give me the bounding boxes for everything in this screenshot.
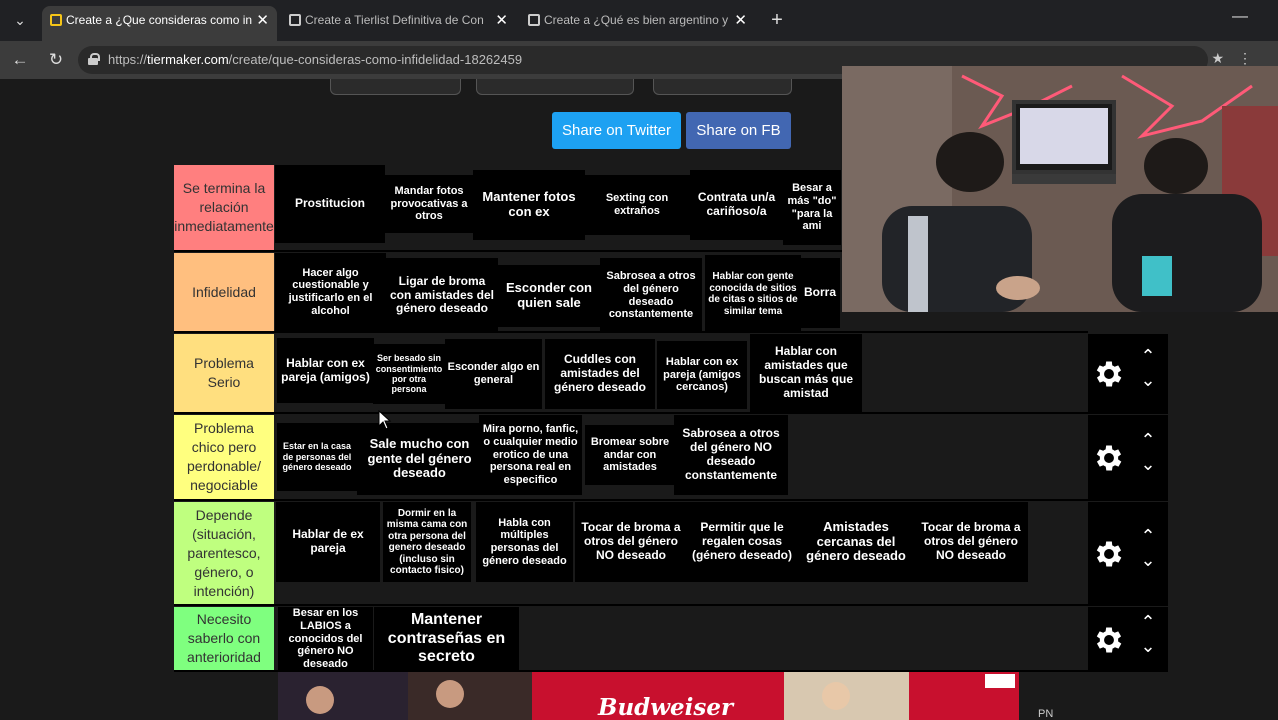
move-up-chevron-icon[interactable]: ⌃ (1136, 346, 1160, 367)
tab-bien-argentino[interactable]: Create a ¿Qué es bien argentino y ✕ (520, 6, 755, 41)
tier-item-card[interactable]: Ser besado sin consentimiento por otra p… (373, 344, 445, 404)
tier-item-card[interactable]: Sexting con extraños (584, 175, 690, 235)
tier-item-card[interactable]: Sabrosea a otros del género NO deseado c… (674, 415, 788, 495)
tiermaker-favicon-icon (50, 14, 62, 26)
reload-icon[interactable]: ↻ (44, 49, 68, 71)
tier-item-card[interactable]: Hablar con ex pareja (amigos) (277, 338, 374, 403)
tier-item-card[interactable]: Mandar fotos provocativas a otros (385, 175, 473, 233)
screen: ⌄ Create a ¿Que consideras como in ✕ Cre… (0, 0, 1278, 720)
tier-items: Hablar con ex pareja (amigos) Ser besado … (275, 334, 1088, 412)
share-facebook-button[interactable]: Share on FB (686, 112, 791, 149)
tier-label[interactable]: Depende (situación, parentesco, género, … (174, 502, 274, 604)
tier-row-controls: ⌃ ⌄ (1088, 607, 1168, 672)
webcam-overlay (842, 66, 1278, 312)
tier-label[interactable]: Se termina la relación inmediatamente (174, 165, 274, 250)
tier-item-card[interactable]: Hablar con ex pareja (amigos cercanos) (657, 341, 747, 409)
gear-icon[interactable] (1092, 537, 1126, 571)
tier-row-controls: ⌃ ⌄ (1088, 502, 1168, 606)
tier-items: Besar en los LABIOS a conocidos del géne… (275, 607, 1088, 671)
new-tab-button[interactable]: + (764, 7, 790, 33)
top-button[interactable] (653, 79, 792, 95)
tier-item-card[interactable]: Hablar de ex pareja (276, 502, 380, 582)
tier-item-card[interactable]: Besar en los LABIOS a conocidos del géne… (278, 607, 373, 671)
tier-item-card[interactable]: Permitir que le regalen cosas (género de… (686, 502, 798, 582)
share-twitter-button[interactable]: Share on Twitter (552, 112, 681, 149)
tier-label[interactable]: Problema chico pero perdonable/ negociab… (174, 415, 274, 499)
tier-item-card[interactable]: Amistades cercanas del género deseado (798, 502, 914, 582)
tier-item-card[interactable]: Mantener fotos con ex (473, 170, 585, 240)
move-down-chevron-icon[interactable]: ⌄ (1136, 370, 1160, 391)
tier-item-card[interactable]: Besar a más "do" "para la ami (783, 170, 841, 245)
tier-item-card[interactable]: Mantener contraseñas en secreto (374, 607, 519, 671)
minimize-icon[interactable]: — (1232, 8, 1248, 26)
tier-item-card[interactable]: Contrata un/a cariñoso/a (690, 170, 783, 240)
tier-row: Necesito saberlo con anterioridad Besar e… (174, 607, 1088, 672)
tab-tierlist-definitiva[interactable]: Create a Tierlist Definitiva de Con ✕ (281, 6, 516, 41)
gear-icon[interactable] (1092, 441, 1126, 475)
move-down-chevron-icon[interactable]: ⌄ (1136, 454, 1160, 475)
tier-label[interactable]: Problema Serio (174, 334, 274, 412)
tier-item-card[interactable]: Cuddles con amistades del género deseado (545, 339, 655, 409)
tier-row: Problema chico pero perdonable/ negociab… (174, 415, 1088, 501)
tier-item-card[interactable]: Mira porno, fanfic, o cualquier medio er… (479, 415, 582, 495)
tab-title: Create a ¿Qué es bien argentino y (544, 13, 729, 27)
tier-item-card[interactable]: Sabrosea a otros del género deseado cons… (600, 258, 702, 333)
tier-row-controls: ⌃ ⌄ (1088, 334, 1168, 414)
gear-icon[interactable] (1092, 623, 1126, 657)
tier-item-card[interactable]: Habla con múltiples personas del género … (476, 502, 573, 582)
ad-brand-text: Budweiser (598, 694, 734, 720)
move-down-chevron-icon[interactable]: ⌄ (1136, 550, 1160, 571)
move-up-chevron-icon[interactable]: ⌃ (1136, 526, 1160, 547)
lock-icon (87, 53, 100, 65)
tab-que-consideras[interactable]: Create a ¿Que consideras como in ✕ (42, 6, 277, 41)
ad-corner-text: PN (1038, 708, 1054, 720)
tier-item-card[interactable]: Prostitucion (275, 165, 385, 243)
close-icon[interactable]: ✕ (734, 6, 747, 35)
tier-items: Hablar de ex pareja Dormir en la misma ca… (275, 502, 1088, 604)
tier-item-card[interactable]: Bromear sobre andar con amistades (585, 425, 675, 485)
close-icon[interactable]: ✕ (495, 6, 508, 35)
tier-item-card[interactable]: Hablar con amistades que buscan más que … (750, 334, 862, 412)
tier-item-card[interactable]: Esconder algo en general (445, 339, 542, 409)
address-bar-icons[interactable]: ★⋮ (1211, 50, 1266, 67)
tier-item-card[interactable]: Sale mucho con gente del género deseado (357, 423, 482, 495)
tab-actions-menu-icon[interactable]: ⌄ (6, 7, 34, 33)
tier-label[interactable]: Infidelidad (174, 253, 274, 331)
top-button[interactable] (476, 79, 634, 95)
move-down-chevron-icon[interactable]: ⌄ (1136, 636, 1160, 657)
tab-title: Create a Tierlist Definitiva de Con (305, 13, 484, 27)
browser-tab-bar: ⌄ Create a ¿Que consideras como in ✕ Cre… (0, 0, 1278, 41)
tiermaker-favicon-icon (289, 14, 301, 26)
tier-item-card[interactable]: Tocar de broma a otros del género NO des… (914, 502, 1028, 582)
tier-item-card[interactable]: Tocar de broma a otros del género NO des… (575, 502, 687, 582)
webcam-image (842, 66, 1278, 312)
advertisement-banner[interactable]: Budweiser PN (0, 672, 1278, 720)
tier-item-card[interactable]: Dormir en la misma cama con otra persona… (383, 502, 471, 582)
move-up-chevron-icon[interactable]: ⌃ (1136, 430, 1160, 451)
gear-icon[interactable] (1092, 357, 1126, 391)
tier-row: Depende (situación, parentesco, género, … (174, 502, 1088, 606)
tier-row-controls: ⌃ ⌄ (1088, 415, 1168, 501)
tier-item-card[interactable]: Hacer algo cuestionable y justificarlo e… (275, 253, 386, 331)
tier-item-card[interactable]: Hablar con gente conocida de sitios de c… (705, 255, 801, 333)
mouse-cursor-icon (378, 410, 392, 430)
tab-title: Create a ¿Que consideras como in (66, 13, 253, 27)
url-text: https://tiermaker.com/create/que-conside… (108, 52, 523, 67)
tier-item-card[interactable]: Esconder con quien sale (498, 265, 600, 327)
tier-label[interactable]: Necesito saberlo con anterioridad (174, 607, 274, 670)
tier-item-card[interactable]: Estar en la casa de personas del género … (277, 423, 357, 491)
top-button[interactable] (330, 79, 461, 95)
move-up-chevron-icon[interactable]: ⌃ (1136, 612, 1160, 633)
tier-items: Estar en la casa de personas del género … (275, 415, 1088, 499)
tier-item-card[interactable]: Borra (800, 258, 840, 328)
tiermaker-favicon-icon (528, 14, 540, 26)
close-icon[interactable]: ✕ (256, 6, 269, 35)
back-arrow-icon[interactable]: ← (8, 49, 32, 71)
tier-item-card[interactable]: Ligar de broma con amistades del género … (386, 258, 498, 333)
tier-row: Problema Serio Hablar con ex pareja (amig… (174, 334, 1088, 414)
